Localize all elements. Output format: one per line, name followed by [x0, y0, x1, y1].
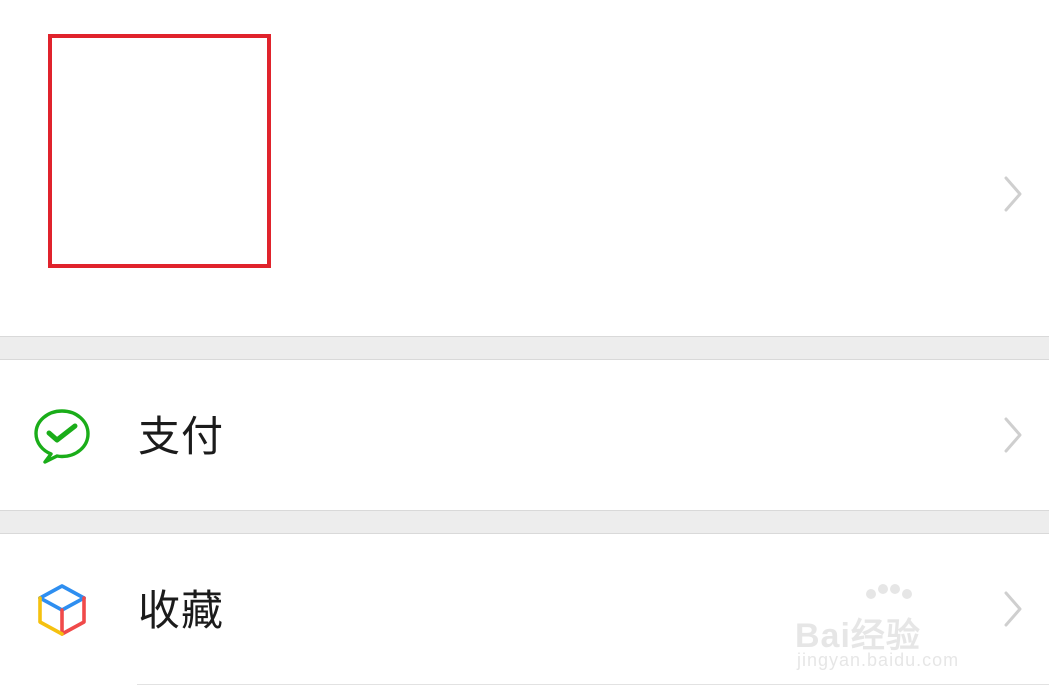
watermark-url: jingyan.baidu.com — [797, 650, 960, 670]
row-divider — [137, 684, 1049, 685]
chevron-right-icon — [996, 172, 1036, 216]
baidu-jingyan-watermark: Bai经验 jingyan.baidu.com — [795, 584, 995, 676]
menu-item-pay[interactable]: 支付 — [0, 360, 1049, 510]
chevron-right-icon — [996, 413, 1036, 457]
menu-item-label: 收藏 — [138, 586, 225, 635]
avatar-highlight-box — [48, 34, 271, 268]
menu-item-label: 支付 — [138, 412, 225, 461]
favorites-cube-icon — [32, 580, 92, 640]
profile-card[interactable] — [0, 0, 1049, 336]
wechat-pay-icon — [32, 405, 92, 465]
section-gap — [0, 336, 1049, 360]
chevron-right-icon — [996, 587, 1036, 631]
section-gap — [0, 510, 1049, 534]
